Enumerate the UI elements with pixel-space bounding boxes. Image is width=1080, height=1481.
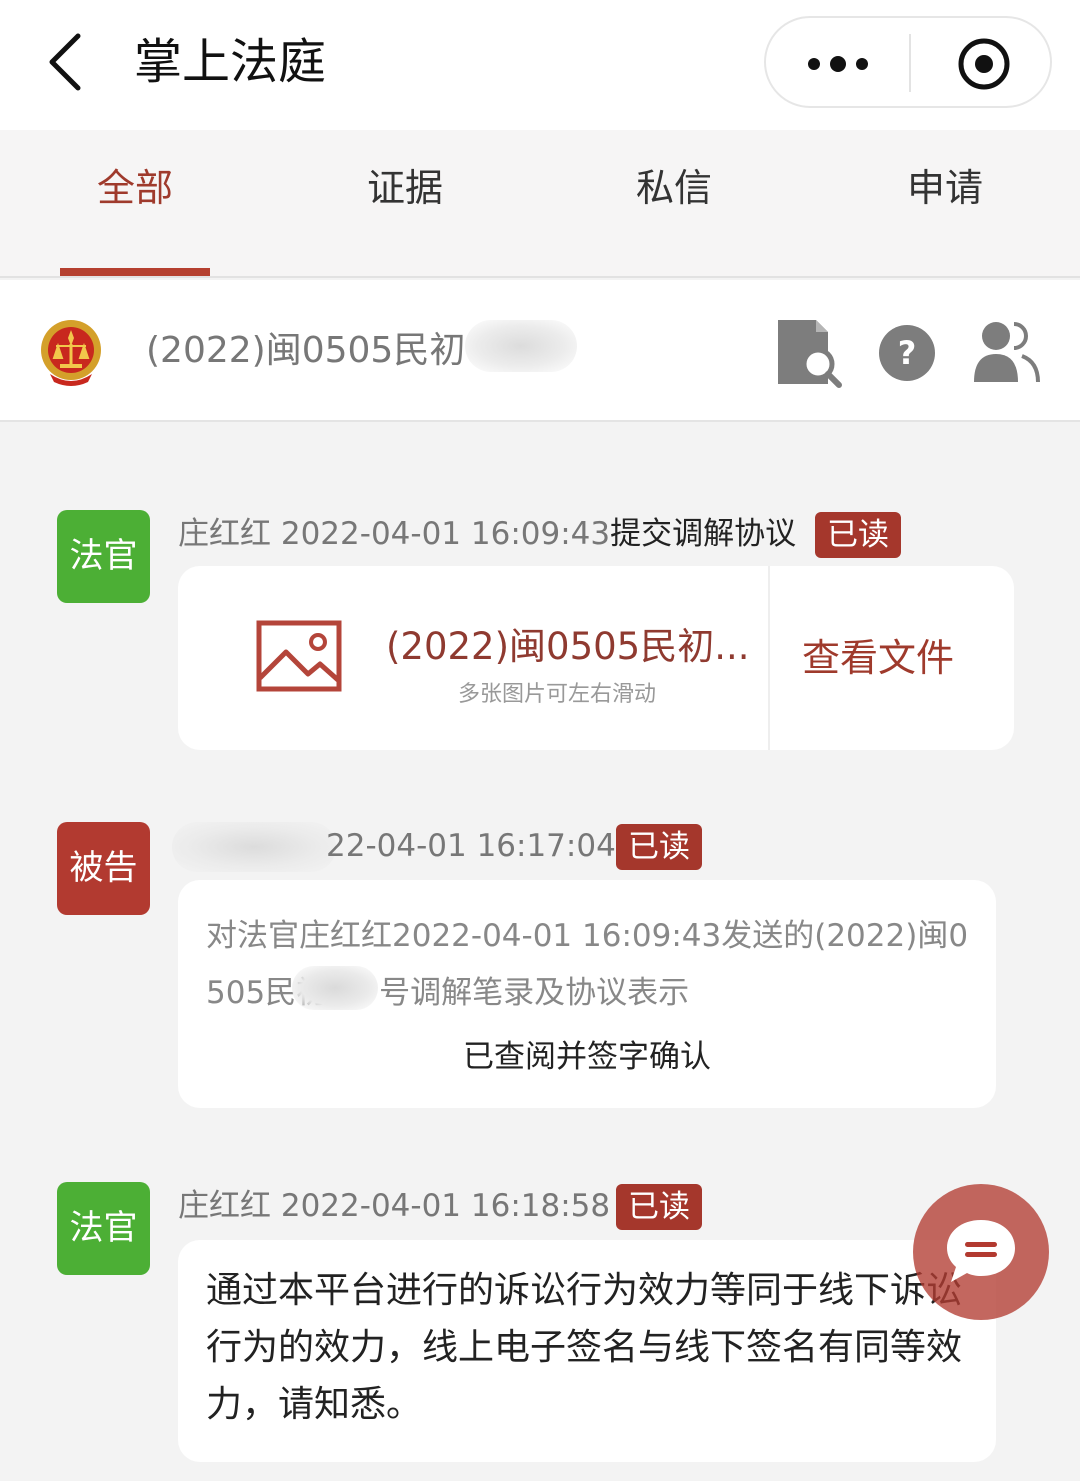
read-status-badge: 已读	[616, 1184, 702, 1230]
file-name: (2022)闽0505民初...	[386, 625, 750, 668]
redacted-area	[292, 966, 378, 1010]
help-icon[interactable]: ?	[878, 324, 936, 382]
role-badge-judge: 法官	[57, 1182, 150, 1275]
file-card[interactable]: (2022)闽0505民初... 多张图片可左右滑动 查看文件	[178, 566, 1014, 750]
tab-evidence[interactable]: 证据	[315, 162, 495, 214]
case-header: (2022)闽0505民初 ?	[0, 280, 1080, 422]
tab-application[interactable]: 申请	[855, 162, 1035, 214]
redacted-area	[172, 822, 336, 872]
read-status-badge: 已读	[815, 512, 901, 558]
file-hint: 多张图片可左右滑动	[458, 682, 657, 707]
close-miniprogram-icon[interactable]	[956, 36, 1012, 92]
tab-all[interactable]: 全部	[45, 162, 225, 214]
chat-bubble-icon	[947, 1220, 1015, 1282]
sender-name: 庄红红	[178, 516, 271, 552]
message-meta: 庄红红 2022-04-01 16:18:58	[178, 1184, 610, 1228]
message-line: 对法官庄红红2022-04-01 16:09:43发送的(2022)闽0	[206, 918, 969, 954]
capsule-divider	[909, 34, 911, 92]
svg-text:?: ?	[898, 334, 917, 372]
tab-private-message[interactable]: 私信	[584, 162, 764, 214]
top-bar: 掌上法庭	[0, 0, 1080, 130]
mini-program-capsule	[764, 16, 1052, 108]
message-time: 2022-04-01 16:18:58	[280, 1188, 611, 1224]
view-file-button[interactable]: 查看文件	[802, 632, 954, 684]
court-emblem-icon	[41, 320, 101, 386]
redacted-area	[465, 320, 577, 372]
card-divider	[768, 566, 770, 750]
role-badge-defendant: 被告	[57, 822, 150, 915]
page-title: 掌上法庭	[134, 34, 327, 90]
message-time: 2022-04-01 16:09:43	[280, 516, 611, 552]
message-meta: 庄红红 2022-04-01 16:09:43提交调解协议	[178, 512, 796, 556]
sender-name: 庄红红	[178, 1188, 271, 1224]
back-icon[interactable]	[40, 30, 100, 94]
role-badge-judge: 法官	[57, 510, 150, 603]
active-tab-indicator	[60, 268, 210, 276]
image-icon	[256, 620, 342, 692]
case-number: (2022)闽0505民初	[146, 330, 466, 371]
notice-text: 通过本平台进行的诉讼行为效力等同于线下诉讼行为的效力，线上电子签名与线下签名有同…	[206, 1270, 963, 1425]
message-fragment: 号调解笔录及协议表示	[379, 975, 690, 1011]
confirm-text: 已查阅并签字确认	[463, 1039, 711, 1075]
tab-bar: 全部 证据 私信 申请	[0, 130, 1080, 278]
more-icon[interactable]	[806, 56, 870, 72]
read-status-badge: 已读	[616, 824, 702, 870]
message-time: 22-04-01 16:17:04	[326, 828, 616, 864]
participants-icon[interactable]	[972, 318, 1040, 386]
chat-fab-button[interactable]	[913, 1184, 1049, 1320]
notice-card: 通过本平台进行的诉讼行为效力等同于线下诉讼行为的效力，线上电子签名与线下签名有同…	[178, 1240, 996, 1462]
message-action: 提交调解协议	[610, 516, 797, 552]
document-search-icon[interactable]	[776, 318, 842, 388]
